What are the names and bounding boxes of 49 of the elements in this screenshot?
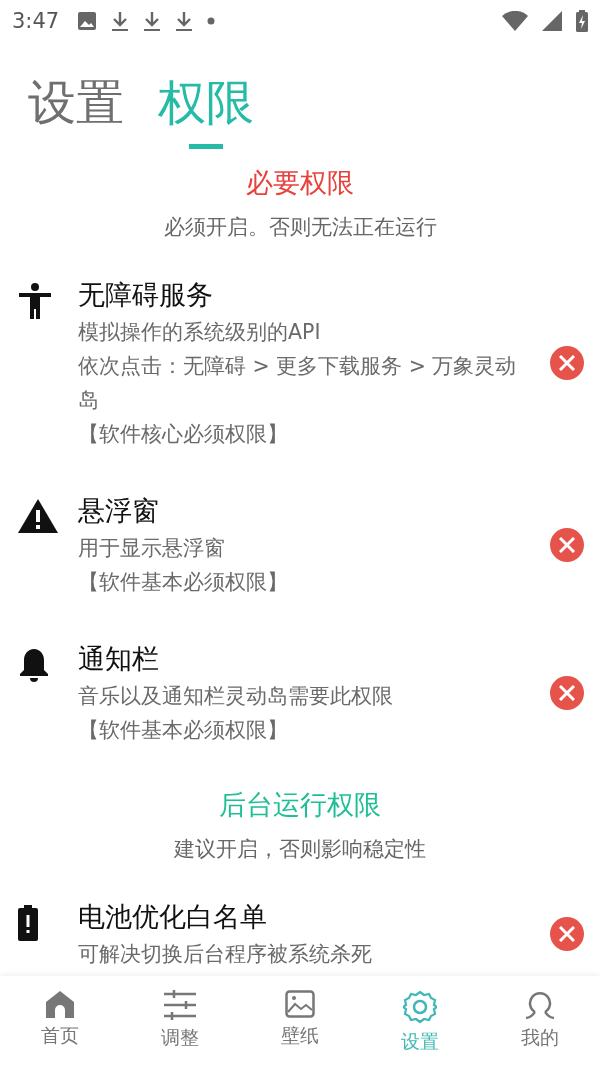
nav-tab[interactable]: 设置: [360, 976, 480, 1066]
permission-title: 电池优化白名单: [78, 900, 268, 934]
section-title: 后台运行权限: [219, 788, 381, 822]
permission-title: 通知栏: [78, 642, 160, 676]
permission-title: 无障碍服务: [78, 278, 214, 312]
close-icon: [559, 926, 575, 942]
permission-title: 悬浮窗: [78, 494, 160, 528]
settings-icon: [403, 990, 437, 1024]
download-icon: [143, 10, 162, 32]
nav-tab[interactable]: 壁纸: [240, 976, 360, 1066]
not-granted-button[interactable]: [550, 528, 584, 562]
image-icon: [77, 11, 98, 31]
status-time: 3:47: [12, 9, 60, 33]
permission-description: 音乐以及通知栏灵动岛需要此权限: [78, 683, 394, 710]
not-granted-button[interactable]: [550, 346, 584, 380]
permission-description: 【软件基本必须权限】: [78, 569, 289, 596]
wifi-icon: [502, 11, 528, 31]
tab[interactable]: 权限: [158, 70, 254, 149]
permission-description: 依次点击：无障碍 > 更多下载服务 > 万象灵动岛: [78, 353, 518, 414]
image-icon: [285, 990, 315, 1018]
signal-icon: [542, 11, 562, 31]
person-icon: [18, 283, 52, 319]
nav-tab[interactable]: 调整: [120, 976, 240, 1066]
permission-description: 用于显示悬浮窗: [78, 535, 226, 562]
nav-tab[interactable]: 我的: [480, 976, 600, 1066]
permission-description: 可解决切换后台程序被系统杀死: [78, 941, 373, 968]
section-subtitle: 建议开启，否则影响稳定性: [174, 836, 426, 863]
not-granted-button[interactable]: [550, 676, 584, 710]
battery-charging-icon: [576, 10, 588, 32]
download-icon: [175, 10, 194, 32]
tab[interactable]: 设置: [28, 70, 124, 149]
warning-icon: [18, 499, 58, 533]
dot-icon: [207, 17, 216, 25]
download-icon: [111, 10, 130, 32]
bell-icon: [18, 647, 50, 683]
close-icon: [559, 537, 575, 553]
permission-description: 【软件核心必须权限】: [78, 421, 289, 448]
section-title: 必要权限: [246, 166, 354, 200]
close-icon: [559, 685, 575, 701]
profile-icon: [524, 990, 556, 1020]
permission-description: 【软件基本必须权限】: [78, 717, 289, 744]
permission-description: 模拟操作的系统级别的API: [78, 319, 322, 346]
battery-alert-icon: [18, 905, 38, 941]
nav-tab[interactable]: 首页: [0, 976, 120, 1066]
section-subtitle: 必须开启。否则无法正在运行: [163, 214, 437, 241]
not-granted-button[interactable]: [550, 917, 584, 951]
sliders-icon: [164, 990, 196, 1020]
close-icon: [559, 355, 575, 371]
home-icon: [45, 990, 75, 1018]
